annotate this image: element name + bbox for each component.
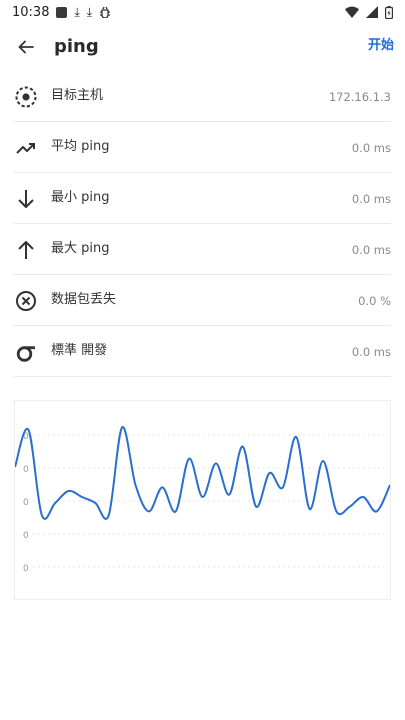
notification-icon bbox=[56, 6, 68, 18]
signal-icon bbox=[366, 6, 378, 18]
status-right bbox=[345, 5, 393, 19]
ping-stats-list: 目标主机 172.16.1.3 平均 ping 0.0 ms 最小 ping 0… bbox=[0, 72, 405, 377]
sigma-icon bbox=[14, 340, 38, 364]
row-target-host[interactable]: 目标主机 172.16.1.3 bbox=[14, 72, 391, 122]
row-value: 0.0 ms bbox=[351, 192, 391, 206]
y-tick-label: 0 bbox=[23, 465, 29, 475]
row-label: 目标主机 bbox=[51, 88, 104, 103]
app-bar: ping 开始 bbox=[0, 24, 405, 70]
row-value: 0.0 ms bbox=[351, 141, 391, 155]
target-icon bbox=[14, 85, 38, 109]
download-icon: ⤓ bbox=[86, 5, 93, 19]
row-label: 平均 ping bbox=[51, 139, 110, 154]
row-label: 数据包丢失 bbox=[51, 292, 117, 307]
row-label: 最大 ping bbox=[51, 241, 110, 256]
start-button[interactable]: 开始 bbox=[368, 36, 394, 56]
row-average-ping: 平均 ping 0.0 ms bbox=[14, 123, 391, 173]
battery-icon bbox=[385, 5, 393, 19]
wifi-icon bbox=[345, 6, 359, 18]
back-button[interactable] bbox=[14, 35, 38, 59]
row-packet-loss: 数据包丢失 0.0 % bbox=[14, 276, 391, 326]
close-circle-icon bbox=[14, 289, 38, 313]
y-tick-label: 0 bbox=[23, 531, 29, 541]
row-value: 172.16.1.3 bbox=[328, 90, 391, 104]
row-label: 最小 ping bbox=[51, 190, 110, 205]
ping-series-line bbox=[15, 426, 390, 520]
row-value: 0.0 ms bbox=[351, 345, 391, 359]
status-time: 10:38 bbox=[12, 4, 50, 20]
status-left: 10:38 ⤓ ⤓ bbox=[12, 5, 111, 20]
bug-icon bbox=[99, 6, 111, 18]
ping-chart: 00000 bbox=[14, 400, 391, 600]
arrow-down-icon bbox=[14, 187, 38, 211]
page-title: ping bbox=[54, 36, 99, 57]
status-bar: 10:38 ⤓ ⤓ bbox=[0, 0, 405, 24]
arrow-left-icon bbox=[18, 40, 34, 54]
y-tick-label: 0 bbox=[23, 564, 29, 574]
row-max-ping: 最大 ping 0.0 ms bbox=[14, 225, 391, 275]
y-tick-label: 0 bbox=[23, 498, 29, 508]
row-value: 0.0 ms bbox=[351, 243, 391, 257]
row-label: 標準 開發 bbox=[51, 343, 108, 358]
arrow-up-icon bbox=[14, 238, 38, 262]
trending-up-icon bbox=[14, 136, 38, 160]
ping-chart-svg: 00000 bbox=[15, 426, 390, 574]
download-icon: ⤓ bbox=[74, 5, 80, 19]
row-std-dev: 標準 開發 0.0 ms bbox=[14, 327, 391, 377]
row-min-ping: 最小 ping 0.0 ms bbox=[14, 174, 391, 224]
row-value: 0.0 % bbox=[358, 294, 391, 308]
